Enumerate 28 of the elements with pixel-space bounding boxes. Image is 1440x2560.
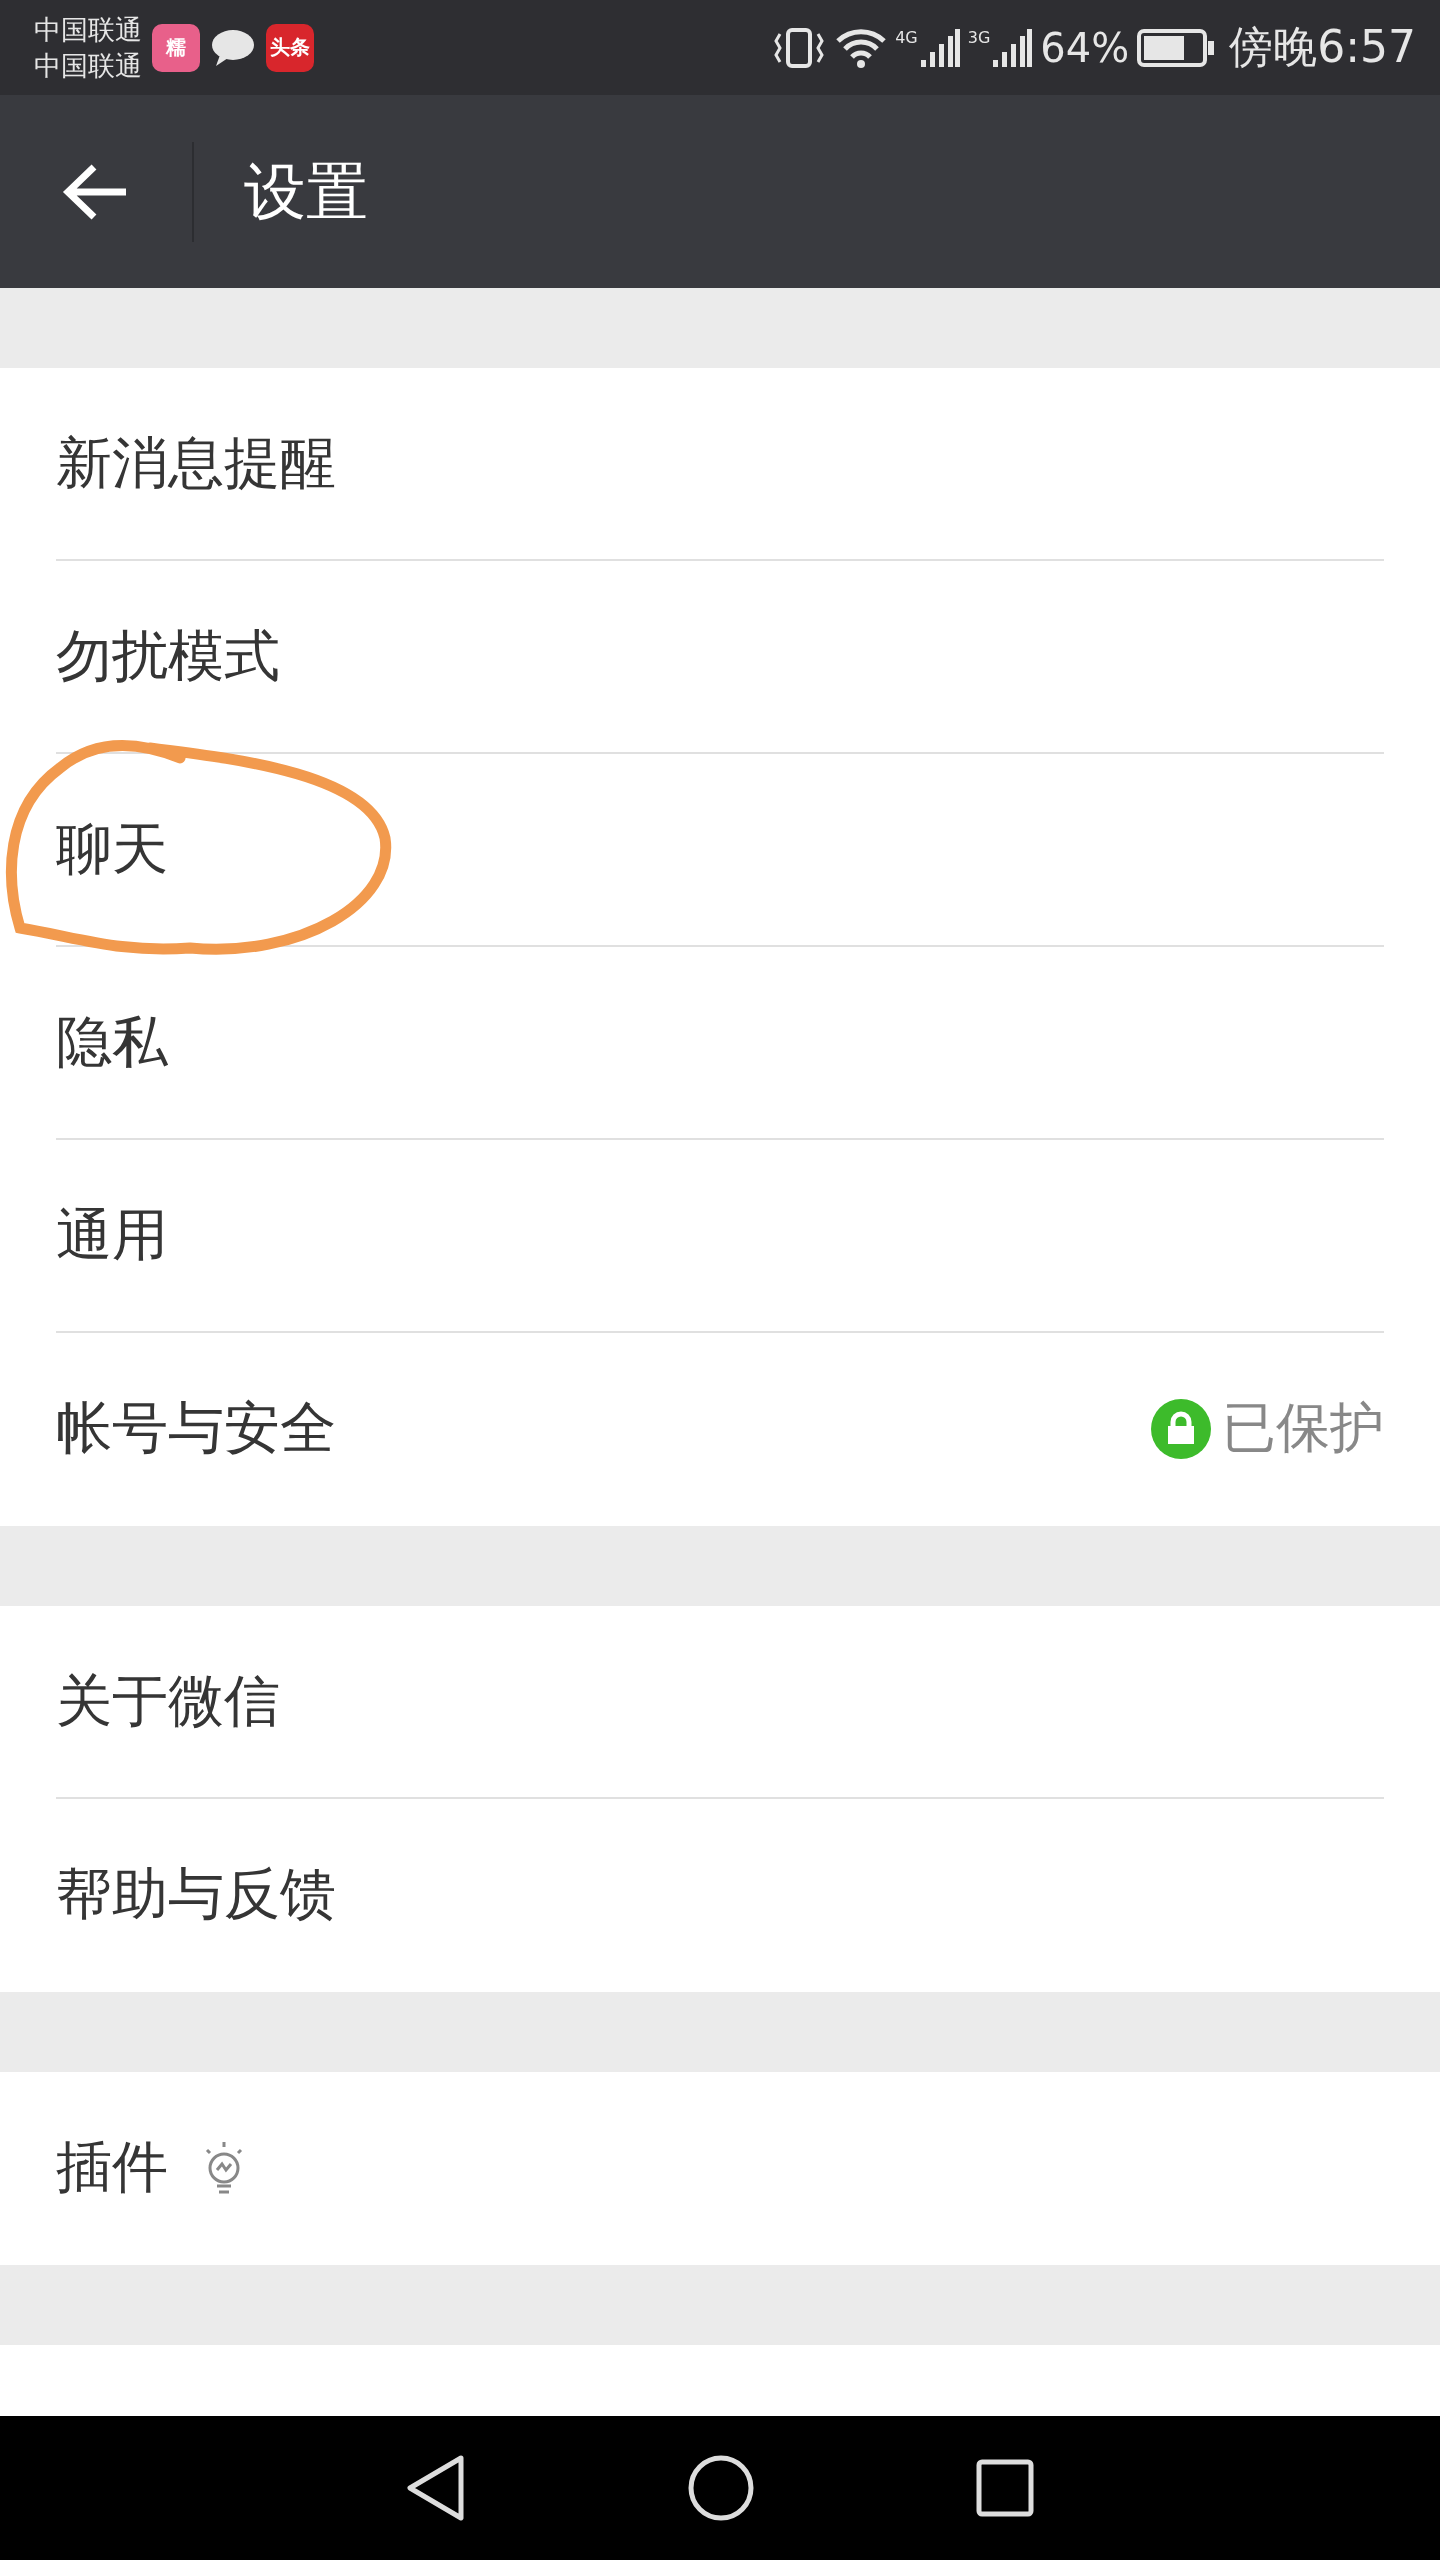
clock-time: 傍晚6:57: [1229, 20, 1416, 74]
network-type: 3G: [967, 27, 991, 47]
status-text: 已保护: [1222, 1395, 1384, 1461]
carrier-name: 中国联通: [34, 48, 142, 83]
settings-item[interactable]: 关于微信: [56, 1663, 280, 1740]
settings-item[interactable]: 帮助与反馈: [56, 1856, 336, 1933]
battery-percentage: 64%: [1040, 24, 1130, 71]
recent-apps-button[interactable]: [975, 2458, 1035, 2518]
page-title: 设置: [244, 153, 368, 230]
carrier-name: 中国联通: [34, 12, 142, 47]
battery-icon: [1137, 28, 1216, 67]
chat-bubble-icon: [210, 27, 256, 68]
settings-item[interactable]: 插件: [56, 2129, 168, 2206]
settings-item[interactable]: 聊天: [56, 811, 168, 888]
app-icon: 糯: [152, 23, 200, 72]
home-button[interactable]: [687, 2454, 755, 2522]
signal-icon: [919, 27, 960, 68]
settings-item[interactable]: 新消息提醒: [56, 425, 336, 502]
settings-item[interactable]: 隐私: [56, 1004, 168, 1081]
settings-item[interactable]: 帐号与安全: [56, 1390, 336, 1467]
app-icon: 头条: [266, 23, 314, 72]
back-nav-button[interactable]: [405, 2454, 467, 2522]
signal-icon: [992, 27, 1033, 68]
settings-item[interactable]: 勿扰模式: [56, 618, 280, 695]
lock-icon: [1150, 1397, 1212, 1460]
network-type: 4G: [895, 27, 918, 47]
wifi-icon: [835, 26, 888, 69]
settings-item[interactable]: 通用: [56, 1197, 168, 1274]
